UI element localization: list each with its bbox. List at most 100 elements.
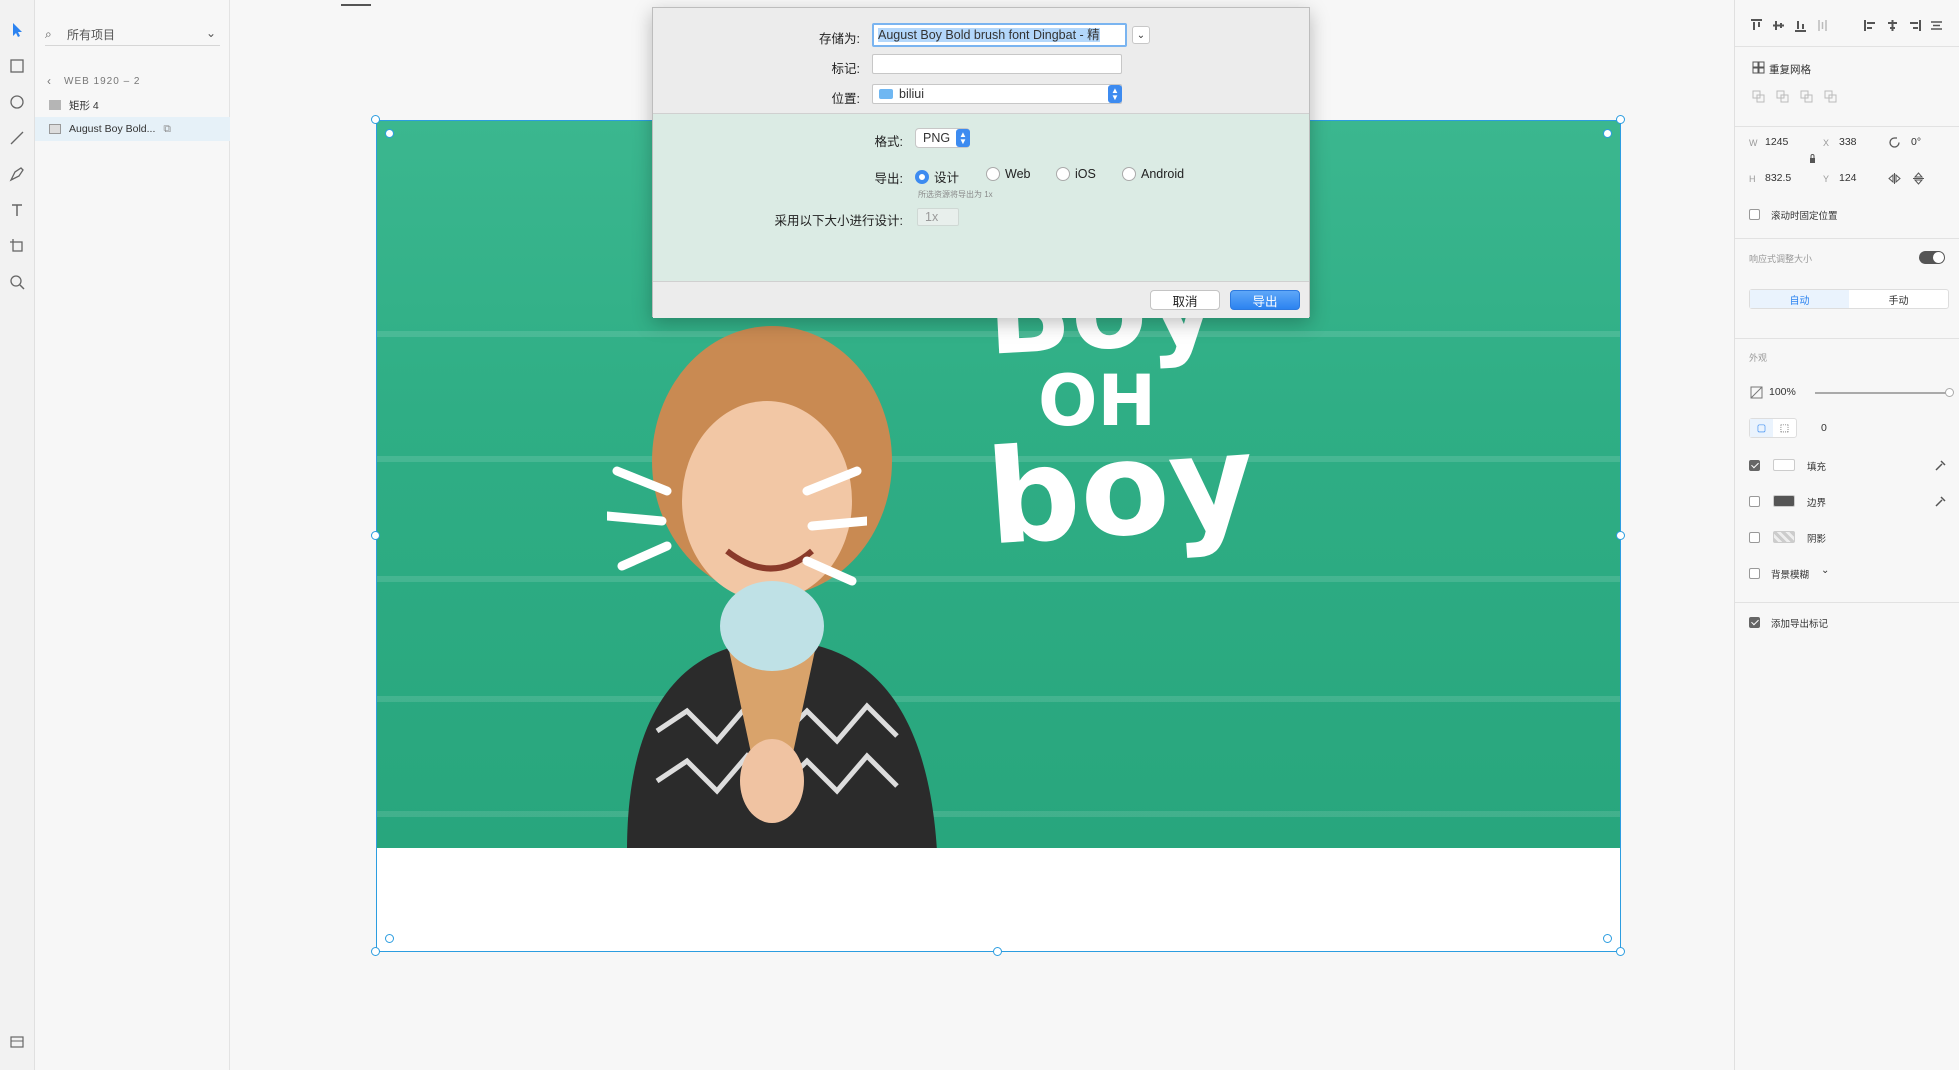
flip-vertical-icon[interactable] — [1911, 171, 1925, 185]
fill-swatch[interactable] — [1773, 459, 1795, 471]
dialog-footer: 取消 导出 — [653, 281, 1309, 318]
y-label: Y — [1823, 174, 1830, 184]
y-input[interactable]: 124 — [1839, 172, 1857, 184]
width-input[interactable]: 1245 — [1765, 136, 1788, 148]
format-stepper-icon[interactable]: ▲ ▼ — [956, 129, 970, 147]
responsive-resize-toggle[interactable] — [1919, 251, 1945, 264]
appearance-heading: 外观 — [1749, 353, 1768, 363]
export-option-design[interactable]: 设计 — [915, 167, 959, 186]
resize-mode-segmented[interactable]: 自动 手动 — [1749, 289, 1949, 309]
artboard-tool-icon[interactable] — [5, 234, 29, 258]
save-as-field[interactable]: August Boy Bold brush font Dingbat - 精 — [872, 23, 1127, 47]
external-link-icon[interactable]: ⧉ — [163, 123, 171, 136]
resize-mode-auto[interactable]: 自动 — [1750, 290, 1849, 308]
resize-handle-l[interactable] — [371, 531, 380, 540]
opacity-slider[interactable] — [1815, 392, 1951, 394]
repeat-grid-section: 重复网格 — [1735, 46, 1959, 126]
lock-aspect-icon[interactable] — [1805, 151, 1819, 165]
back-arrow-icon[interactable]: ‹ — [47, 74, 52, 88]
layers-panel-icon[interactable] — [5, 1030, 29, 1054]
eyedropper-icon[interactable] — [1933, 494, 1947, 508]
flip-horizontal-icon[interactable] — [1887, 171, 1901, 185]
design-size-select[interactable]: 1x — [917, 208, 959, 226]
background-blur-checkbox[interactable] — [1749, 568, 1760, 579]
export-mark-checkbox[interactable] — [1749, 617, 1760, 628]
lettering-line-3: boy — [981, 404, 1259, 575]
corner-individual-icon[interactable]: ⬚ — [1773, 419, 1796, 437]
shadow-swatch[interactable] — [1773, 531, 1795, 543]
opacity-slider-knob[interactable] — [1945, 388, 1954, 397]
expand-dialog-button[interactable]: ⌄ — [1132, 26, 1150, 44]
cancel-button[interactable]: 取消 — [1150, 290, 1220, 310]
distribute-horizontal-icon[interactable] — [1929, 18, 1943, 32]
corner-radius-input[interactable]: 0 — [1821, 422, 1827, 434]
export-option-ios[interactable]: iOS — [1056, 167, 1096, 181]
border-swatch[interactable] — [1773, 495, 1795, 507]
resize-handle-tr[interactable] — [1616, 115, 1625, 124]
layers-search[interactable]: ⌕ 所有项目 ⌄ — [45, 24, 220, 46]
rectangle-tool-icon[interactable] — [5, 54, 29, 78]
border-checkbox[interactable] — [1749, 496, 1760, 507]
line-tool-icon[interactable] — [5, 126, 29, 150]
breadcrumb[interactable]: ‹ WEB 1920 – 2 — [47, 74, 140, 88]
export-button[interactable]: 导出 — [1230, 290, 1300, 310]
resize-mode-manual[interactable]: 手动 — [1849, 290, 1948, 308]
height-input[interactable]: 832.5 — [1765, 172, 1791, 184]
resize-handle-bl[interactable] — [371, 947, 380, 956]
align-top-icon[interactable] — [1749, 18, 1763, 32]
radio-icon — [986, 167, 1000, 181]
fill-checkbox[interactable] — [1749, 460, 1760, 471]
resize-handle-tl[interactable] — [371, 115, 380, 124]
inner-resize-handle[interactable] — [385, 934, 394, 943]
pen-tool-icon[interactable] — [5, 162, 29, 186]
boolean-intersect-icon[interactable] — [1799, 89, 1813, 103]
repeat-grid-label[interactable]: 重复网格 — [1769, 62, 1811, 77]
text-tool-icon[interactable] — [5, 198, 29, 222]
inner-resize-handle[interactable] — [385, 129, 394, 138]
export-option-label: Android — [1141, 167, 1185, 181]
boolean-subtract-icon[interactable] — [1775, 89, 1789, 103]
select-tool-icon[interactable] — [5, 18, 29, 42]
rotate-icon — [1887, 135, 1901, 149]
corner-all-icon[interactable]: ▢ — [1750, 419, 1773, 437]
resize-handle-r[interactable] — [1616, 531, 1625, 540]
location-stepper-icon[interactable]: ▲ ▼ — [1108, 85, 1122, 103]
align-left-icon[interactable] — [1863, 18, 1877, 32]
layer-item-image[interactable]: August Boy Bold... ⧉ — [35, 117, 230, 141]
layers-search-input[interactable]: 所有项目 — [67, 26, 115, 43]
distribute-vertical-icon[interactable] — [1815, 18, 1829, 32]
inner-resize-handle[interactable] — [1603, 934, 1612, 943]
export-option-android[interactable]: Android — [1122, 167, 1184, 181]
inner-resize-handle[interactable] — [1603, 129, 1612, 138]
fix-on-scroll-checkbox[interactable] — [1749, 209, 1760, 220]
radio-icon — [1056, 167, 1070, 181]
repeat-grid-icon[interactable] — [1751, 60, 1765, 74]
property-inspector: 重复网格 W 1245 X 338 0° H 832.5 Y 124 滚动时固定… — [1734, 0, 1959, 1070]
opacity-input[interactable]: 100% — [1769, 386, 1796, 398]
export-option-web[interactable]: Web — [986, 167, 1030, 181]
chevron-down-icon[interactable]: ⌄ — [1821, 565, 1829, 576]
boolean-exclude-icon[interactable] — [1823, 89, 1837, 103]
format-value: PNG — [923, 131, 951, 145]
resize-handle-br[interactable] — [1616, 947, 1625, 956]
folder-icon — [879, 89, 893, 99]
eyedropper-icon[interactable] — [1933, 458, 1947, 472]
shadow-checkbox[interactable] — [1749, 532, 1760, 543]
align-bottom-icon[interactable] — [1793, 18, 1807, 32]
tags-field[interactable] — [872, 54, 1122, 74]
layer-item-rectangle[interactable]: 矩形 4 — [35, 93, 230, 117]
zoom-tool-icon[interactable] — [5, 270, 29, 294]
chevron-down-icon[interactable]: ⌄ — [206, 26, 216, 40]
rotation-input[interactable]: 0° — [1911, 136, 1921, 148]
corner-mode-segmented[interactable]: ▢ ⬚ — [1749, 418, 1797, 438]
resize-handle-b[interactable] — [993, 947, 1002, 956]
align-right-icon[interactable] — [1907, 18, 1921, 32]
export-hint: 所选资源将导出为 1x — [918, 190, 993, 199]
align-center-icon[interactable] — [1885, 18, 1899, 32]
design-size-value: 1x — [925, 210, 939, 224]
align-middle-icon[interactable] — [1771, 18, 1785, 32]
x-input[interactable]: 338 — [1839, 136, 1857, 148]
location-select[interactable]: biliui — [872, 84, 1122, 104]
ellipse-tool-icon[interactable] — [5, 90, 29, 114]
boolean-add-icon[interactable] — [1751, 89, 1765, 103]
